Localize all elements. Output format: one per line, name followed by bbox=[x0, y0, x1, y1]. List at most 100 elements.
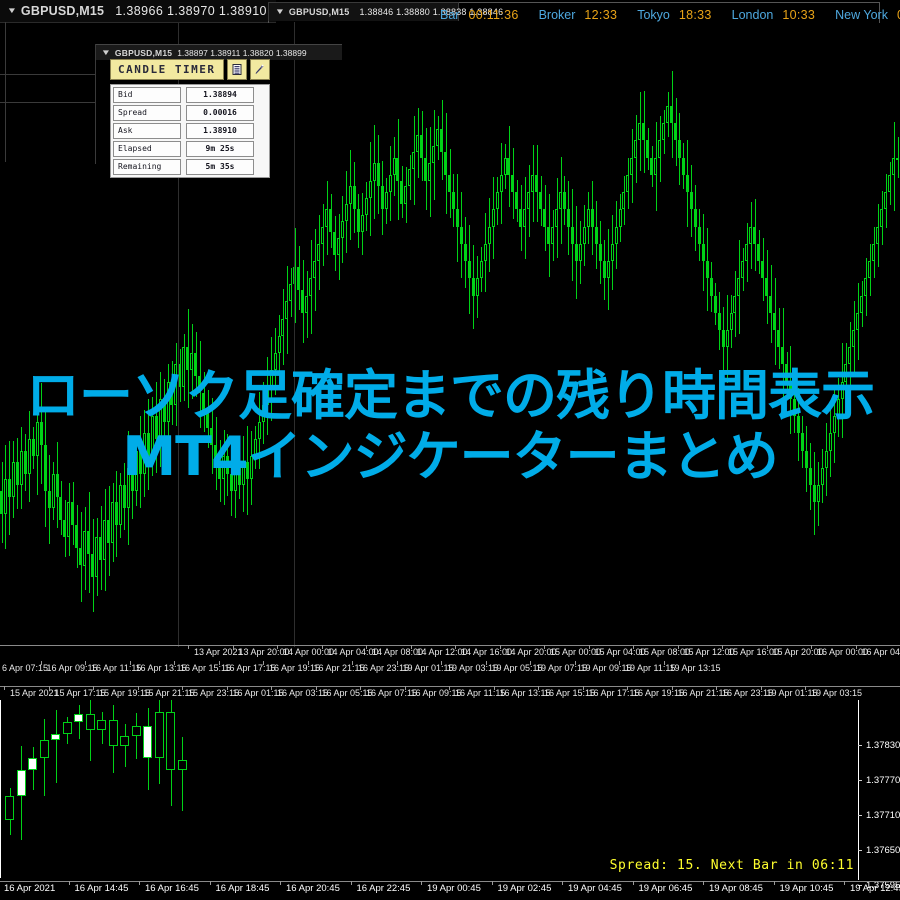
list-view-button[interactable] bbox=[227, 59, 248, 80]
axis-tickmark bbox=[218, 661, 220, 665]
sub-window-titlebar[interactable]: ▼ GBPUSD,M15 1.38846 1.38880 1.38838 1.3… bbox=[268, 2, 503, 21]
axis-tickmark bbox=[574, 661, 576, 665]
timer-row-value: 1.38910 bbox=[186, 123, 254, 139]
candle-body bbox=[725, 330, 729, 348]
candle-body bbox=[455, 209, 459, 227]
axis-tick-label: 15 Apr 16:00 bbox=[728, 647, 780, 657]
sub-window-menu-caret-icon[interactable]: ▼ bbox=[275, 8, 285, 16]
candle-body bbox=[265, 387, 269, 405]
axis-tick-label: 14 Apr 04:00 bbox=[327, 647, 379, 657]
candle-body bbox=[816, 485, 820, 503]
candle-body bbox=[892, 157, 896, 175]
axis-tickmark bbox=[619, 661, 620, 665]
inner-window-menu-caret-icon[interactable]: ▼ bbox=[101, 48, 111, 57]
axis-tickmark bbox=[232, 645, 234, 649]
candle-body bbox=[325, 209, 329, 227]
candle-body bbox=[876, 226, 880, 244]
candle-body bbox=[614, 226, 618, 244]
candle-body bbox=[237, 467, 241, 486]
candle-body bbox=[487, 226, 491, 244]
axis-tickmark bbox=[562, 881, 563, 885]
axis-tick-label: 16 Apr 07:15 bbox=[366, 688, 418, 698]
axis-tickmark bbox=[277, 645, 278, 649]
candle-body bbox=[210, 427, 214, 445]
candle-body bbox=[896, 157, 900, 160]
candle-body bbox=[59, 496, 63, 520]
axis-tick-label: 15 Apr 19:15 bbox=[99, 688, 151, 698]
candle-body bbox=[761, 261, 765, 279]
candle-body bbox=[7, 479, 11, 497]
candle-body bbox=[337, 238, 340, 256]
candle-body bbox=[539, 192, 543, 210]
candle-body bbox=[340, 220, 344, 239]
candle-body bbox=[384, 192, 388, 210]
candle-body bbox=[182, 347, 186, 388]
axis-tick-label: 16 Apr 09:15 bbox=[46, 663, 98, 673]
window-menu-caret-icon[interactable]: ▼ bbox=[7, 7, 17, 15]
inner-window-titlebar[interactable]: ▼ GBPUSD,M15 1.38897 1.38911 1.38820 1.3… bbox=[95, 44, 342, 60]
candle-body bbox=[844, 364, 848, 382]
candle-body bbox=[808, 467, 812, 486]
candle-body bbox=[85, 714, 95, 730]
axis-tickmark bbox=[530, 661, 531, 665]
settings-button[interactable] bbox=[250, 59, 271, 80]
candle-body bbox=[257, 421, 261, 440]
candle-timer-panel[interactable]: CANDLE TIMER Bid 1.38894 Spread 0.00016 Ask bbox=[110, 59, 271, 178]
axis-tick-label: 16 Apr 05:15 bbox=[321, 688, 373, 698]
axis-tickmark bbox=[716, 686, 717, 690]
candle-body bbox=[297, 266, 301, 290]
candle-body bbox=[35, 421, 39, 457]
candle-body bbox=[828, 433, 832, 451]
candle-body bbox=[788, 381, 792, 399]
axis-tickmark bbox=[811, 645, 812, 649]
candle-body bbox=[253, 439, 257, 457]
candle-body bbox=[868, 261, 872, 279]
main-window-titlebar[interactable]: ▼ GBPUSD,M15 1.38966 1.38970 1.38910 1.3… bbox=[0, 0, 318, 23]
axis-tick-label: 15 Apr 17:15 bbox=[54, 688, 106, 698]
candle-body bbox=[277, 335, 281, 353]
axis-tickmark bbox=[48, 686, 50, 690]
candle-body bbox=[574, 243, 578, 262]
candle-body bbox=[864, 278, 868, 296]
main-window-symbol: GBPUSD,M15 bbox=[20, 4, 105, 18]
axis-tickmark bbox=[410, 645, 412, 649]
axis-tickmark bbox=[844, 881, 845, 885]
candle-body bbox=[757, 243, 761, 262]
candle-body bbox=[261, 404, 265, 422]
axis-tick-label: 19 Apr 06:45 bbox=[638, 883, 693, 894]
candle-body bbox=[547, 226, 551, 244]
wrench-icon bbox=[256, 64, 265, 74]
axis-tick-label: 19 Apr 12:45 bbox=[850, 883, 900, 894]
axis-tickmark bbox=[139, 881, 140, 885]
axis-tick-label: 19 Apr 03:15 bbox=[811, 688, 863, 698]
candle-body bbox=[733, 295, 737, 313]
axis-tickmark bbox=[4, 686, 5, 690]
candle-body bbox=[317, 243, 321, 262]
axis-tick-label: 19 Apr 08:45 bbox=[709, 883, 763, 894]
candle-body bbox=[535, 174, 539, 193]
candle-body bbox=[225, 456, 229, 474]
session-clock-label: Bar bbox=[440, 8, 460, 22]
candle-body bbox=[705, 261, 709, 279]
axis-tick-label: 16 Apr 17:15 bbox=[224, 663, 276, 673]
candle-body bbox=[412, 151, 416, 170]
candle-body bbox=[352, 186, 356, 210]
candle-body bbox=[142, 433, 146, 474]
candle-body bbox=[55, 473, 59, 497]
axis-tick-label: 15 Apr 20:00 bbox=[772, 647, 824, 657]
candle-body bbox=[269, 370, 273, 388]
axis-tickmark bbox=[855, 645, 857, 649]
axis-tick-label: 16 Apr 13:15 bbox=[135, 663, 187, 673]
axis-tick-label: 16 Apr 13:15 bbox=[499, 688, 551, 698]
bottom-chart[interactable] bbox=[0, 700, 859, 878]
candle-body bbox=[709, 278, 713, 296]
candle-body bbox=[16, 770, 26, 796]
candle-body bbox=[630, 157, 634, 175]
session-clock-bar: Bar 00:11:36 bbox=[440, 8, 519, 22]
candle-body bbox=[820, 467, 824, 486]
timer-row-spread: Spread 0.00016 bbox=[113, 105, 267, 121]
session-clock-london: London 10:33 bbox=[732, 8, 816, 22]
candle-body bbox=[114, 502, 118, 526]
candle-body bbox=[610, 243, 614, 262]
candle-body bbox=[594, 226, 598, 244]
